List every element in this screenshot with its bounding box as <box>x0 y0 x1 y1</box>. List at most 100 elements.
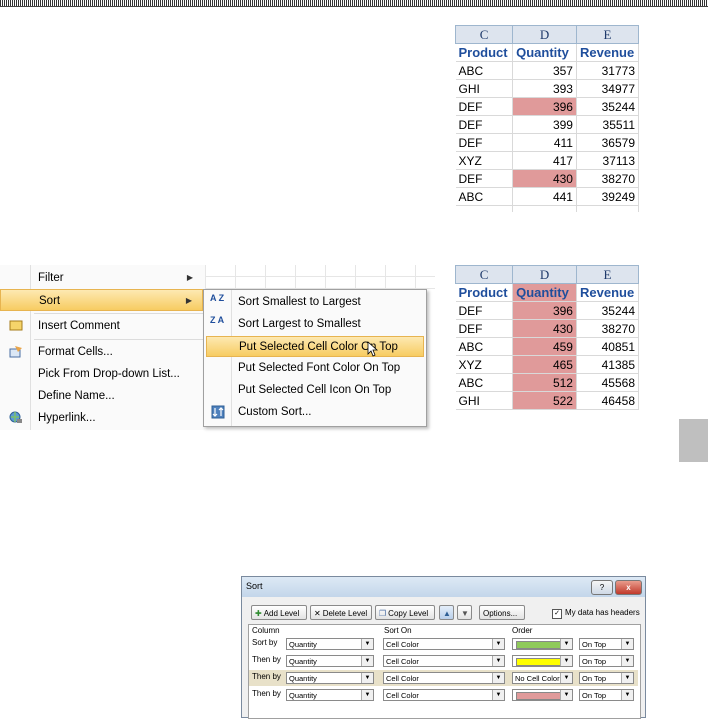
order-color-dropdown[interactable]: ▼ <box>512 638 573 650</box>
cell-product[interactable]: XYZ <box>455 151 514 170</box>
cell-product[interactable]: ABC <box>455 337 514 356</box>
cell-quantity[interactable]: 441 <box>512 187 577 206</box>
cell-quantity-highlighted[interactable]: 430 <box>512 169 577 188</box>
menu-item-format-cells[interactable]: Format Cells... <box>0 341 203 363</box>
menu-item-sort-descending[interactable]: Z A Sort Largest to Smallest <box>206 314 424 335</box>
order-color-dropdown[interactable]: ▼ <box>512 689 573 701</box>
headers-checkbox[interactable]: ✓ <box>552 609 562 619</box>
move-down-button[interactable]: ▼ <box>457 605 472 620</box>
cell-quantity-highlighted[interactable]: 430 <box>512 319 577 338</box>
sort-level-row[interactable]: Then by Quantity ▼ Cell Color ▼ ▼ On Top ▼ <box>249 653 638 669</box>
sort-on-dropdown[interactable]: Cell Color ▼ <box>383 689 505 701</box>
column-dropdown[interactable]: Quantity ▼ <box>286 689 374 701</box>
cell-quantity[interactable]: 399 <box>512 115 577 134</box>
cell-revenue[interactable]: 45568 <box>576 373 640 392</box>
column-header-e[interactable]: E <box>575 25 640 44</box>
cell-product[interactable]: DEF <box>455 97 514 116</box>
menu-item-cell-icon-on-top[interactable]: Put Selected Cell Icon On Top <box>206 380 424 401</box>
cell-product[interactable]: XYZ <box>455 355 514 374</box>
column-dropdown[interactable]: Quantity ▼ <box>286 655 374 667</box>
menu-item-font-color-on-top[interactable]: Put Selected Font Color On Top <box>206 358 424 379</box>
header-revenue[interactable]: Revenue <box>576 43 640 62</box>
sort-level-row[interactable]: Sort by Quantity ▼ Cell Color ▼ ▼ On Top ▼ <box>249 636 638 652</box>
cell-product[interactable]: ABC <box>455 61 514 80</box>
cell-revenue[interactable]: 35244 <box>576 301 640 320</box>
menu-item-insert-comment[interactable]: Insert Comment <box>0 315 203 337</box>
cell-revenue[interactable]: 31773 <box>576 61 640 80</box>
cell-product[interactable]: GHI <box>455 79 514 98</box>
cell-quantity-highlighted[interactable]: 512 <box>512 373 577 392</box>
header-product[interactable]: Product <box>455 43 514 62</box>
cell-product[interactable]: GHI <box>455 391 514 410</box>
sort-on-dropdown[interactable]: Cell Color ▼ <box>383 638 505 650</box>
menu-item-cell-color-on-top[interactable]: Put Selected Cell Color On Top <box>206 336 424 357</box>
header-quantity[interactable]: Quantity <box>512 43 577 62</box>
cell-revenue[interactable]: 39249 <box>576 187 640 206</box>
column-dropdown[interactable]: Quantity ▼ <box>286 638 374 650</box>
cell-revenue[interactable]: 40851 <box>576 337 640 356</box>
sort-on-dropdown[interactable]: Cell Color ▼ <box>383 672 505 684</box>
cell-quantity[interactable]: 417 <box>512 151 577 170</box>
add-level-button[interactable]: ✚ Add Level <box>251 605 307 620</box>
menu-item-label: Define Name... <box>38 390 115 402</box>
cell-product[interactable]: DEF <box>455 301 514 320</box>
move-up-button[interactable]: ▲ <box>439 605 454 620</box>
cell-product[interactable]: DEF <box>455 319 514 338</box>
cell-quantity[interactable]: 393 <box>512 79 577 98</box>
cell-quantity-highlighted[interactable]: 465 <box>512 355 577 374</box>
delete-level-button[interactable]: ✕ Delete Level <box>310 605 372 620</box>
table-row: GHI 522 46458 <box>455 391 640 410</box>
column-header-d[interactable]: D <box>512 265 577 284</box>
menu-item-hyperlink[interactable]: Hyperlink... <box>0 407 203 429</box>
header-revenue[interactable]: Revenue <box>576 283 640 302</box>
order-dropdown[interactable]: On Top ▼ <box>579 672 634 684</box>
help-button[interactable]: ? <box>591 580 613 595</box>
cell-revenue[interactable]: 46458 <box>576 391 640 410</box>
column-dropdown[interactable]: Quantity ▼ <box>286 672 374 684</box>
cell-revenue[interactable]: 41385 <box>576 355 640 374</box>
order-color-dropdown[interactable]: ▼ <box>512 655 573 667</box>
sort-level-row-selected[interactable]: Then by Quantity ▼ Cell Color ▼ No Cell Co… <box>249 670 638 686</box>
cell-revenue[interactable]: 37113 <box>576 151 640 170</box>
cell-product[interactable]: DEF <box>455 169 514 188</box>
menu-item-filter[interactable]: Filter ▶ <box>0 267 203 289</box>
cell-quantity-highlighted[interactable]: 522 <box>512 391 577 410</box>
copy-level-label: Copy Level <box>388 609 429 618</box>
options-button[interactable]: Options... <box>479 605 525 620</box>
order-dropdown[interactable]: On Top ▼ <box>579 655 634 667</box>
cell-product[interactable]: DEF <box>455 115 514 134</box>
cell-quantity-highlighted[interactable]: 396 <box>512 301 577 320</box>
close-button[interactable]: x <box>615 580 642 595</box>
cell-revenue[interactable]: 34977 <box>576 79 640 98</box>
column-header-d[interactable]: D <box>512 25 577 44</box>
cell-quantity-highlighted[interactable]: 396 <box>512 97 577 116</box>
menu-item-sort-ascending[interactable]: A Z Sort Smallest to Largest <box>206 292 424 313</box>
menu-item-custom-sort[interactable]: Custom Sort... <box>206 402 424 423</box>
menu-item-pick-from-list[interactable]: Pick From Drop-down List... <box>0 363 203 385</box>
column-header-c[interactable]: C <box>454 265 514 284</box>
order-color-dropdown[interactable]: No Cell Color ▼ <box>512 672 573 684</box>
sort-level-row[interactable]: Then by Quantity ▼ Cell Color ▼ ▼ On Top ▼ <box>249 687 638 703</box>
cell-product[interactable]: ABC <box>455 187 514 206</box>
header-product[interactable]: Product <box>455 283 514 302</box>
order-dropdown[interactable]: On Top ▼ <box>579 689 634 701</box>
cell-quantity[interactable]: 357 <box>512 61 577 80</box>
cell-revenue[interactable]: 35244 <box>576 97 640 116</box>
sort-on-dropdown[interactable]: Cell Color ▼ <box>383 655 505 667</box>
header-quantity[interactable]: Quantity <box>512 283 577 302</box>
order-dropdown[interactable]: On Top ▼ <box>579 638 634 650</box>
copy-level-button[interactable]: ❐ Copy Level <box>375 605 435 620</box>
cell-revenue[interactable]: 38270 <box>576 169 640 188</box>
cell-product[interactable]: ABC <box>455 373 514 392</box>
cell-quantity-highlighted[interactable]: 459 <box>512 337 577 356</box>
menu-item-sort[interactable]: Sort ▶ <box>0 289 203 311</box>
chevron-down-icon: ▼ <box>560 673 572 683</box>
cell-revenue[interactable]: 38270 <box>576 319 640 338</box>
cell-revenue[interactable]: 36579 <box>576 133 640 152</box>
column-header-c[interactable]: C <box>454 25 514 44</box>
cell-revenue[interactable]: 35511 <box>576 115 640 134</box>
cell-product[interactable]: DEF <box>455 133 514 152</box>
menu-item-define-name[interactable]: Define Name... <box>0 385 203 407</box>
column-header-e[interactable]: E <box>575 265 640 284</box>
cell-quantity[interactable]: 411 <box>512 133 577 152</box>
